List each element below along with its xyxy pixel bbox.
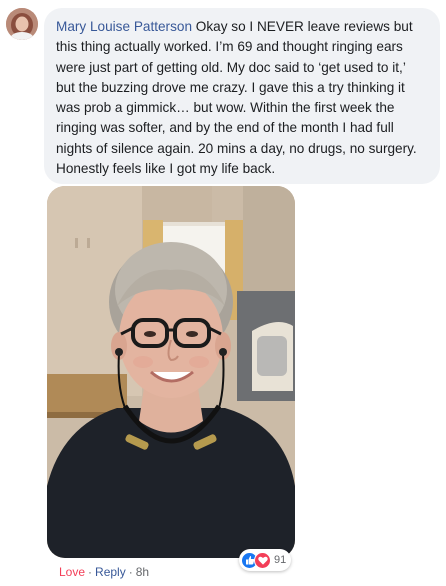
- avatar[interactable]: [6, 8, 38, 40]
- comment-bubble: Mary Louise Patterson Okay so I NEVER le…: [44, 8, 440, 184]
- reaction-count: 91: [274, 554, 287, 566]
- separator-dot: ·: [88, 565, 93, 579]
- reactions-summary[interactable]: 91: [239, 549, 292, 571]
- reply-button[interactable]: Reply: [95, 565, 126, 579]
- comment-photo[interactable]: [47, 186, 295, 558]
- separator-dot: ·: [128, 565, 133, 579]
- comment-author-link[interactable]: Mary Louise Patterson: [56, 19, 192, 34]
- comment-timestamp[interactable]: 8h: [136, 565, 149, 579]
- comment-text: Okay so I NEVER leave reviews but this t…: [56, 19, 417, 177]
- love-button[interactable]: Love: [59, 565, 85, 579]
- avatar-photo: [6, 8, 38, 40]
- love-icon: [254, 551, 271, 569]
- comment-actions: Love · Reply · 8h: [59, 565, 149, 579]
